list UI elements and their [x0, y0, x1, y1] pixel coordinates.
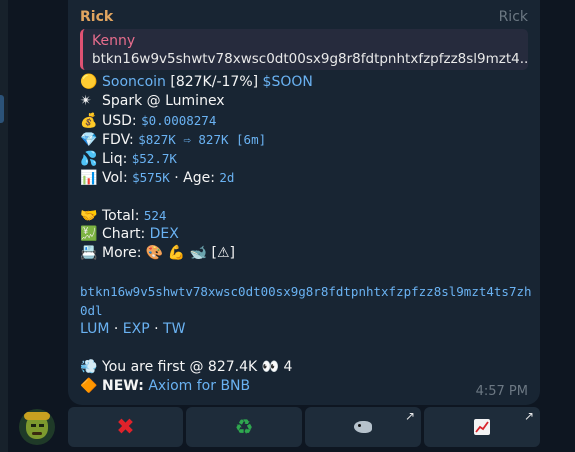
close-icon: ✖: [116, 414, 135, 440]
liq-line: 💦 Liq: $52.7K: [80, 149, 532, 168]
spark-icon: ✴: [80, 93, 92, 109]
vol-line: 📊 Vol: $575K · Age: 2d: [80, 168, 532, 187]
message-time: 4:57 PM: [475, 384, 528, 399]
more-line: 📇 More: 🎨 💪 🐋 [⚠]: [80, 244, 532, 263]
avatar-hat: [24, 412, 50, 420]
avatar-mouth: [32, 432, 42, 435]
close-button[interactable]: ✖: [68, 407, 183, 447]
gem-icon: 💎: [80, 132, 98, 148]
recycle-icon: ♻: [234, 415, 254, 439]
reply-text: btkn16w9v5shwtv78xwsc0dt00sx9g8r8fdtpnht…: [92, 51, 528, 67]
link-separator: ·: [109, 321, 123, 337]
news-label: NEW:: [102, 378, 144, 394]
sender-role-label: Rick: [498, 9, 528, 25]
usd-label: USD:: [102, 113, 137, 129]
card-index-icon: 📇: [80, 245, 98, 261]
chart-line: 💹 Chart: DEX: [80, 225, 532, 244]
news-line: 🔶 NEW: Axiom for BNB: [80, 377, 532, 396]
token-name-link[interactable]: Sooncoin: [102, 74, 166, 90]
avatar-eye: [39, 424, 44, 427]
reply-author: Kenny: [92, 33, 136, 49]
refresh-button[interactable]: ♻: [186, 407, 302, 447]
first-text: You are first @ 827.4K: [102, 359, 258, 375]
total-label: Total:: [102, 208, 140, 224]
spark-line: ✴ Spark @ Luminex: [80, 92, 532, 111]
message-body: 🟡 Sooncoin [827K/-17%] $SOON ✴ Spark @ Lum…: [80, 73, 532, 396]
fdv-line: 💎 FDV: $827K ⇨ 827K [6m]: [80, 130, 532, 149]
orange-diamond-icon: 🔶: [80, 378, 98, 394]
eyes-icon: 👀: [261, 359, 280, 375]
age-label: · Age:: [169, 170, 220, 186]
link-separator: ·: [149, 321, 164, 337]
coin-icon: 🟡: [80, 74, 98, 90]
fdv-value[interactable]: $827K ⇨ 827K [6m]: [138, 132, 266, 147]
more-label: More:: [102, 245, 142, 261]
avatar-eye: [31, 424, 36, 427]
reply-quote[interactable]: Kenny btkn16w9v5shwtv78xwsc0dt00sx9g8r8f…: [80, 29, 528, 70]
news-link[interactable]: Axiom for BNB: [148, 378, 250, 394]
chart-yen-icon: 💹: [80, 226, 98, 242]
selection-marker: [0, 95, 4, 123]
token-ticker-link[interactable]: $SOON: [263, 74, 313, 90]
spark-text: Spark @ Luminex: [102, 93, 225, 109]
first-count: 4: [283, 359, 293, 375]
message-bubble: Rick Rick Kenny btkn16w9v5shwtv78xwsc0dt…: [68, 0, 540, 405]
exp-link[interactable]: EXP: [123, 321, 150, 337]
chart-label: Chart:: [102, 226, 146, 242]
vol-label: Vol:: [102, 170, 128, 186]
external-link-icon: ↗: [523, 409, 534, 423]
usd-value[interactable]: $0.0008274: [141, 113, 216, 128]
sender-name[interactable]: Rick: [80, 9, 113, 25]
token-stats: [827K/-17%]: [170, 74, 259, 90]
chart-increasing-icon: [474, 419, 490, 435]
usd-line: 💰 USD: $0.0008274: [80, 111, 532, 130]
avatar[interactable]: [19, 409, 55, 445]
contract-address[interactable]: btkn16w9v5shwtv78xwsc0dt00sx9g8r8fdtpnht…: [80, 282, 532, 320]
total-value[interactable]: 524: [144, 208, 167, 223]
bar-chart-icon: 📊: [80, 170, 98, 186]
tw-link[interactable]: TW: [163, 321, 185, 337]
first-line: 💨 You are first @ 827.4K 👀 4: [80, 358, 532, 377]
liq-value[interactable]: $52.7K: [132, 151, 177, 166]
liq-label: Liq:: [102, 151, 128, 167]
more-icon-links[interactable]: 🎨 💪 🐋 [⚠]: [146, 245, 235, 261]
chat-list-edge: [0, 0, 8, 452]
dash-icon: 💨: [80, 359, 98, 375]
external-link-icon: ↗: [404, 409, 415, 423]
chart-link-button[interactable]: ↗: [424, 407, 540, 447]
age-value[interactable]: 2d: [219, 170, 234, 185]
links-line: LUM · EXP · TW: [80, 320, 532, 339]
droplets-icon: 💦: [80, 151, 98, 167]
fdv-label: FDV:: [102, 132, 134, 148]
token-line: 🟡 Sooncoin [827K/-17%] $SOON: [80, 73, 532, 92]
handshake-icon: 🤝: [80, 208, 98, 224]
whale-link-button[interactable]: ↗: [305, 407, 421, 447]
dex-link[interactable]: DEX: [150, 226, 179, 242]
total-line: 🤝 Total: 524: [80, 206, 532, 225]
whale-icon: [354, 421, 372, 433]
money-bag-icon: 💰: [80, 113, 98, 129]
vol-value[interactable]: $575K: [132, 170, 170, 185]
lum-link[interactable]: LUM: [80, 321, 109, 337]
